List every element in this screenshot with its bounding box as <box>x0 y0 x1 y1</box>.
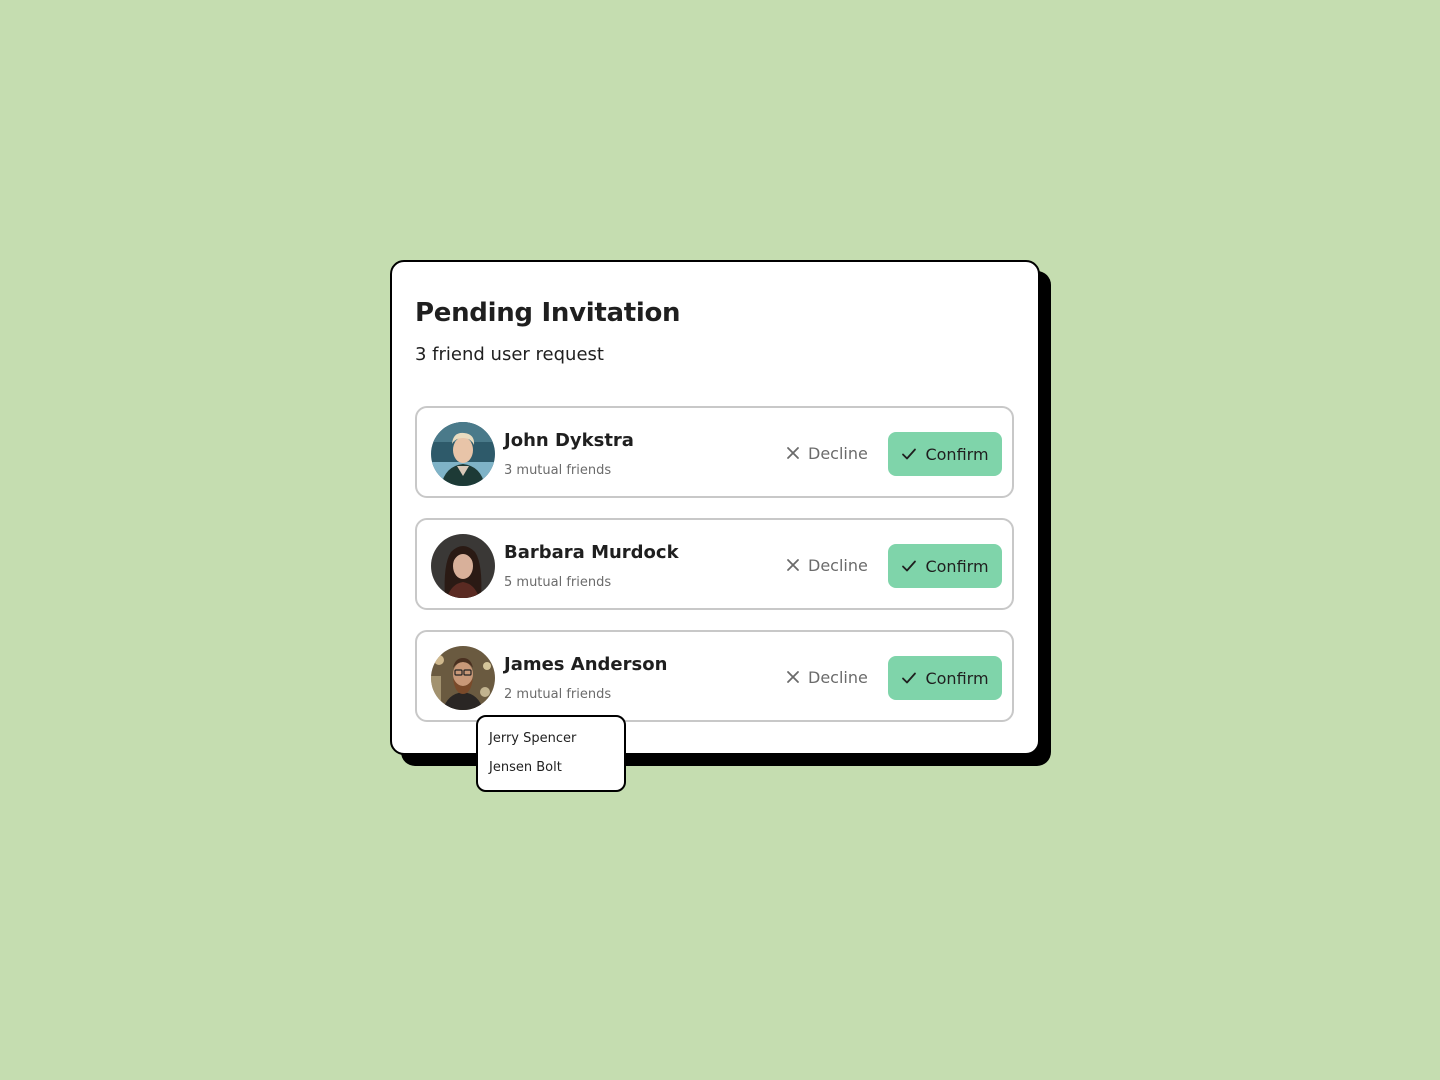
confirm-label: Confirm <box>925 556 989 576</box>
mutual-friends-count[interactable]: 2 mutual friends <box>504 687 611 702</box>
close-icon <box>787 671 799 683</box>
pending-invitation-card: Pending Invitation 3 friend user request… <box>390 260 1040 755</box>
card-subtitle: 3 friend user request <box>415 344 604 365</box>
mutual-friends-popup: Jerry Spencer Jensen Bolt <box>476 715 626 792</box>
check-icon <box>902 560 917 572</box>
decline-button[interactable]: Decline <box>786 666 868 688</box>
confirm-button[interactable]: Confirm <box>888 544 1002 588</box>
mutual-friend-item[interactable]: Jerry Spencer <box>489 731 576 746</box>
confirm-button[interactable]: Confirm <box>888 656 1002 700</box>
avatar[interactable] <box>431 534 495 598</box>
requester-name: John Dykstra <box>504 430 634 451</box>
confirm-label: Confirm <box>925 444 989 464</box>
request-row-barbara-murdock: Barbara Murdock 5 mutual friends Decline… <box>415 518 1014 610</box>
requester-name: Barbara Murdock <box>504 542 679 563</box>
request-row-john-dykstra: John Dykstra 3 mutual friends Decline Co… <box>415 406 1014 498</box>
mutual-friend-item[interactable]: Jensen Bolt <box>489 760 562 775</box>
close-icon <box>787 559 799 571</box>
decline-button[interactable]: Decline <box>786 554 868 576</box>
close-icon <box>787 447 799 459</box>
decline-label: Decline <box>808 555 868 575</box>
mutual-friends-count[interactable]: 3 mutual friends <box>504 463 611 478</box>
decline-label: Decline <box>808 667 868 687</box>
check-icon <box>902 672 917 684</box>
requester-name: James Anderson <box>504 654 668 675</box>
decline-button[interactable]: Decline <box>786 442 868 464</box>
avatar[interactable] <box>431 646 495 710</box>
avatar[interactable] <box>431 422 495 486</box>
request-row-james-anderson: James Anderson 2 mutual friends Decline … <box>415 630 1014 722</box>
decline-label: Decline <box>808 443 868 463</box>
confirm-label: Confirm <box>925 668 989 688</box>
card-title: Pending Invitation <box>415 298 681 328</box>
mutual-friends-count[interactable]: 5 mutual friends <box>504 575 611 590</box>
check-icon <box>902 448 917 460</box>
confirm-button[interactable]: Confirm <box>888 432 1002 476</box>
